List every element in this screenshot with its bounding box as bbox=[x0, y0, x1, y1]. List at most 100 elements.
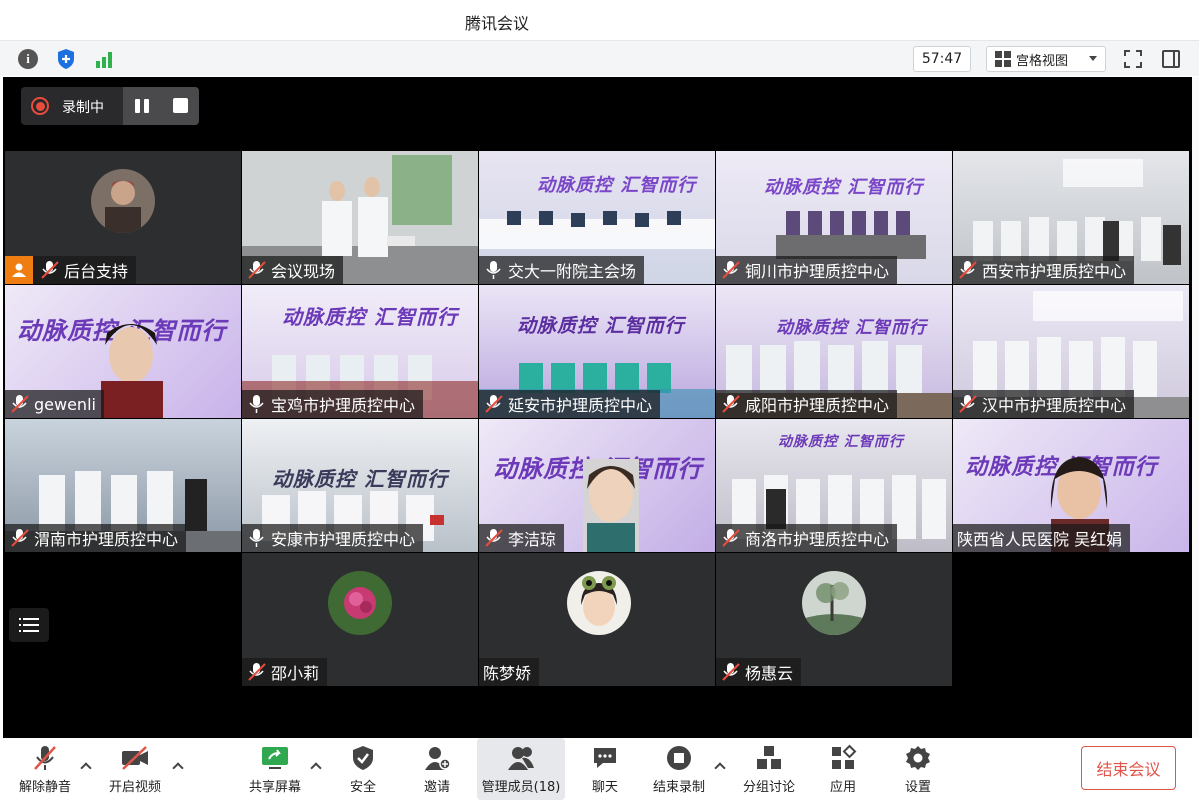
participant-tile[interactable]: 汉中市护理质控中心 bbox=[953, 285, 1189, 418]
participant-tile[interactable]: 动脉质控 汇智而行 gewenli bbox=[5, 285, 241, 418]
apps-button[interactable]: 应用 bbox=[818, 738, 868, 800]
participant-name-tag: 会议现场 bbox=[242, 256, 344, 284]
participant-name: 延安市护理质控中心 bbox=[508, 396, 653, 415]
camera-off-icon bbox=[119, 744, 151, 772]
participant-name: 会议现场 bbox=[271, 262, 336, 281]
participant-name: 铜川市护理质控中心 bbox=[745, 262, 890, 281]
participant-tile[interactable]: 渭南市护理质控中心 bbox=[5, 419, 241, 552]
participant-tile[interactable]: 后台支持 bbox=[5, 151, 241, 284]
chat-label: 聊天 bbox=[591, 780, 618, 795]
avatar bbox=[802, 571, 866, 635]
share-screen-button[interactable]: 共享屏幕 bbox=[246, 738, 304, 800]
end-recording-button[interactable]: 结束录制 bbox=[650, 738, 708, 800]
participant-tile[interactable]: 会议现场 bbox=[242, 151, 478, 284]
security-label: 安全 bbox=[349, 780, 376, 795]
avatar bbox=[328, 571, 392, 635]
security-icon bbox=[347, 744, 379, 772]
meeting-timer: 57:47 bbox=[913, 46, 971, 72]
shield-icon[interactable] bbox=[54, 47, 78, 71]
chevron-up-icon[interactable] bbox=[80, 760, 92, 772]
participant-name: 渭南市护理质控中心 bbox=[34, 530, 179, 549]
participant-tile[interactable]: 杨惠云 bbox=[716, 553, 952, 686]
participant-tile[interactable]: 西安市护理质控中心 bbox=[953, 151, 1189, 284]
chevron-up-icon[interactable] bbox=[714, 760, 726, 772]
chevron-up-icon[interactable] bbox=[172, 760, 184, 772]
title-bar: 腾讯会议 bbox=[0, 0, 1199, 40]
invite-label: 邀请 bbox=[423, 780, 450, 795]
bottom-controls: 解除静音 开启视频 共享屏幕 安全 邀请 管理成员(18) 聊天 结束录制 分组… bbox=[0, 738, 1199, 800]
participant-name: 汉中市护理质控中心 bbox=[982, 396, 1127, 415]
stop-recording-button[interactable] bbox=[173, 98, 188, 113]
participant-name-tag: 汉中市护理质控中心 bbox=[953, 390, 1135, 418]
host-icon bbox=[5, 256, 33, 284]
mic-icon bbox=[483, 260, 505, 280]
manage-members-button[interactable]: 管理成员(18) bbox=[477, 738, 565, 800]
participant-tile[interactable]: 动脉质控 汇智而行 商洛市护理质控中心 bbox=[716, 419, 952, 552]
breakout-icon bbox=[753, 744, 785, 772]
signal-icon[interactable] bbox=[92, 47, 116, 71]
scrollbar[interactable] bbox=[1192, 77, 1199, 738]
mic-muted-icon bbox=[483, 394, 505, 414]
breakout-button[interactable]: 分组讨论 bbox=[740, 738, 798, 800]
list-menu-icon[interactable] bbox=[9, 608, 49, 642]
participant-name-tag: 安康市护理质控中心 bbox=[242, 524, 424, 552]
participant-name-tag: 宝鸡市护理质控中心 bbox=[242, 390, 424, 418]
fullscreen-icon[interactable] bbox=[1121, 47, 1145, 71]
apps-label: 应用 bbox=[829, 780, 856, 795]
end-recording-label: 结束录制 bbox=[652, 780, 705, 795]
participant-name: 陈梦娇 bbox=[483, 664, 532, 683]
view-mode-label: 宫格视图 bbox=[1016, 53, 1069, 69]
mic-icon bbox=[246, 528, 268, 548]
invite-button[interactable]: 邀请 bbox=[412, 738, 462, 800]
view-mode-select[interactable]: 宫格视图 bbox=[986, 46, 1106, 72]
participant-name-tag: 延安市护理质控中心 bbox=[479, 390, 661, 418]
chat-button[interactable]: 聊天 bbox=[580, 738, 630, 800]
mic-muted-icon bbox=[957, 394, 979, 414]
participant-name: 安康市护理质控中心 bbox=[271, 530, 416, 549]
mic-muted-icon bbox=[957, 260, 979, 280]
share-screen-icon bbox=[259, 744, 291, 772]
participant-tile[interactable]: 动脉质控 汇智而行 延安市护理质控中心 bbox=[479, 285, 715, 418]
end-meeting-button[interactable]: 结束会议 bbox=[1081, 746, 1176, 790]
participant-name: 咸阳市护理质控中心 bbox=[745, 396, 890, 415]
record-icon bbox=[31, 97, 49, 115]
participant-name: 商洛市护理质控中心 bbox=[745, 530, 890, 549]
apps-icon bbox=[827, 744, 859, 772]
settings-button[interactable]: 设置 bbox=[893, 738, 943, 800]
participant-tile[interactable]: 动脉质控 汇智而行 交大一附院主会场 bbox=[479, 151, 715, 284]
participant-tile[interactable]: 动脉质控 汇智而行 铜川市护理质控中心 bbox=[716, 151, 952, 284]
mic-muted-icon bbox=[483, 528, 505, 548]
chat-icon bbox=[589, 744, 621, 772]
participant-tile[interactable]: 动脉质控 汇智而行 安康市护理质控中心 bbox=[242, 419, 478, 552]
window-title: 腾讯会议 bbox=[465, 14, 530, 33]
participant-tile[interactable]: 邵小莉 bbox=[242, 553, 478, 686]
participant-name: 交大一附院主会场 bbox=[508, 262, 637, 281]
security-button[interactable]: 安全 bbox=[338, 738, 388, 800]
recording-label: 录制中 bbox=[62, 100, 104, 116]
participant-name: 西安市护理质控中心 bbox=[982, 262, 1127, 281]
pause-recording-button[interactable] bbox=[133, 97, 151, 115]
participant-name: 宝鸡市护理质控中心 bbox=[271, 396, 416, 415]
info-icon[interactable]: i bbox=[16, 47, 40, 71]
participant-tile[interactable]: 动脉质控 汇智而行 宝鸡市护理质控中心 bbox=[242, 285, 478, 418]
chevron-up-icon[interactable] bbox=[310, 760, 322, 772]
mic-muted-icon bbox=[246, 662, 268, 682]
unmute-button[interactable]: 解除静音 bbox=[16, 738, 74, 800]
participant-tile[interactable]: 动脉质控 汇智而行 咸阳市护理质控中心 bbox=[716, 285, 952, 418]
mic-muted-icon bbox=[29, 744, 61, 772]
recording-controls bbox=[123, 87, 199, 125]
participant-name: 邵小莉 bbox=[271, 664, 320, 683]
mic-muted-icon bbox=[39, 260, 61, 280]
participant-tile[interactable]: 动脉质控 汇智而行 李洁琼 bbox=[479, 419, 715, 552]
participant-name-tag: 李洁琼 bbox=[479, 524, 565, 552]
participant-name-tag: 陕西省人民医院 吴红娟 bbox=[953, 524, 1131, 552]
sidebar-icon[interactable] bbox=[1159, 47, 1183, 71]
participant-tile[interactable]: 动脉质控 汇智而行 陕西省人民医院 吴红娟 bbox=[953, 419, 1189, 552]
mic-muted-icon bbox=[720, 662, 742, 682]
start-video-button[interactable]: 开启视频 bbox=[106, 738, 164, 800]
avatar bbox=[567, 571, 631, 635]
participant-tile[interactable]: 陈梦娇 bbox=[479, 553, 715, 686]
unmute-label: 解除静音 bbox=[18, 780, 71, 795]
mic-muted-icon bbox=[720, 394, 742, 414]
participant-name-tag: 邵小莉 bbox=[242, 658, 328, 686]
